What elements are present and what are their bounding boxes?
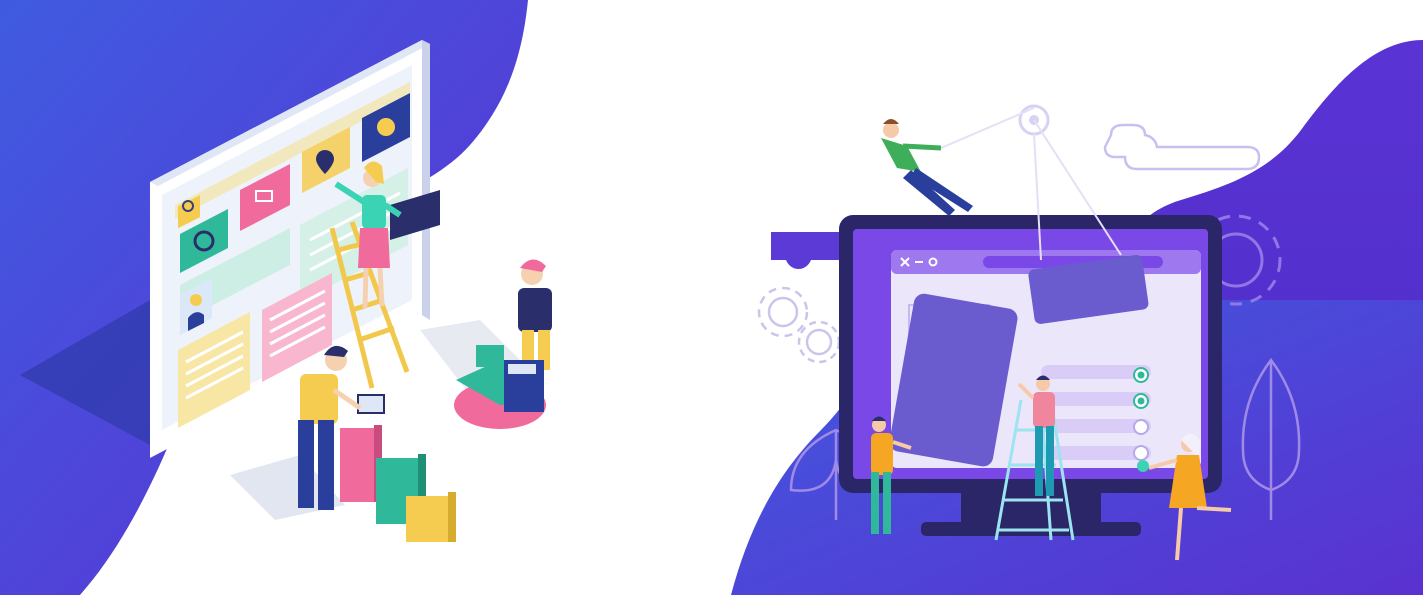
web-design-illustration <box>0 0 711 595</box>
ui-build-illustration <box>711 0 1423 595</box>
bar-chart-blocks <box>340 425 456 542</box>
man-pulling-rope <box>881 119 973 216</box>
monitor <box>839 215 1222 536</box>
web-design-svg <box>0 0 552 595</box>
illustration-stage <box>0 0 1423 595</box>
ui-build-svg <box>731 40 1423 595</box>
gear-outline-icon <box>757 286 841 364</box>
cloud-outline <box>1103 123 1261 171</box>
